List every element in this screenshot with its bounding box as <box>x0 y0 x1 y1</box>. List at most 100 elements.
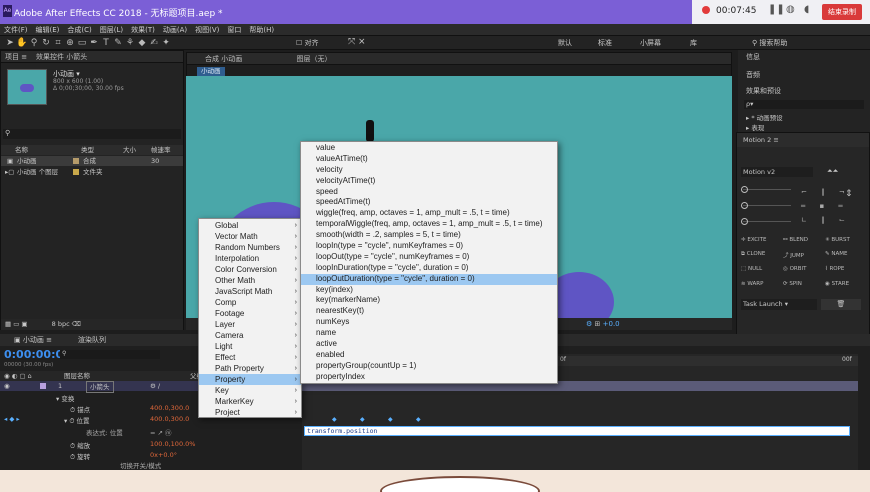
timeline-comp-tab[interactable]: ▣ 小动画 ≡ <box>14 334 52 346</box>
menu-item[interactable]: Footage › <box>199 308 301 319</box>
expression-item[interactable]: loopOut(type = "cycle", numKeyframes = 0… <box>301 252 557 263</box>
null-button[interactable]: ⬚ NULL <box>741 266 762 272</box>
menu-item[interactable]: Other Math › <box>199 275 301 286</box>
menu-window[interactable]: 窗口 <box>223 24 245 36</box>
effects-search-input[interactable]: ρ▾ <box>744 100 864 109</box>
keyframe-nav-icon[interactable]: ◂ ◆ ▸ <box>4 415 20 423</box>
mic-icon[interactable]: ◍ <box>786 4 795 15</box>
stop-record-button[interactable]: 结束录制 <box>822 4 862 20</box>
menu-item[interactable]: Key › <box>199 385 301 396</box>
expression-item[interactable]: loopOutDuration(type = "cycle", duration… <box>301 273 557 285</box>
position-prop[interactable]: ▾ ⏱ 位置 <box>64 415 89 426</box>
timeline-search[interactable]: ⚲ <box>60 350 160 359</box>
render-queue-tab[interactable]: 渲染队列 <box>78 334 106 346</box>
anchor-grid[interactable]: ⌐ ‖ ¬ ═ ▪ ═ ∟ ‖ ⌙ <box>801 185 851 227</box>
menu-animation[interactable]: 动画(A) <box>159 24 191 36</box>
menu-item[interactable]: Comp › <box>199 297 301 308</box>
menu-item[interactable]: Color Conversion › <box>199 264 301 275</box>
expression-editor[interactable]: transform.position <box>304 426 850 436</box>
rotate-tool-icon[interactable]: ↻ <box>40 37 52 49</box>
workspace-small[interactable]: 小屏幕 <box>640 38 661 48</box>
rotation-value[interactable]: 0x+0.0° <box>150 451 177 459</box>
warp-button[interactable]: ≋ WARP <box>741 281 763 287</box>
presets-subitem[interactable]: ▸ 表现 <box>746 122 764 132</box>
menu-view[interactable]: 视图(V) <box>191 24 223 36</box>
expression-item[interactable]: valueAtTime(t) <box>301 154 557 165</box>
roto-brush-tool-icon[interactable]: ✍ <box>148 37 160 49</box>
expression-item[interactable]: name <box>301 328 557 339</box>
slider-2-handle[interactable] <box>741 202 748 209</box>
expression-item[interactable]: key(markerName) <box>301 295 557 306</box>
expression-item[interactable]: enabled <box>301 350 557 361</box>
col-type[interactable]: 类型 <box>81 145 94 155</box>
bpc-label[interactable]: 8 bpc <box>52 320 70 328</box>
expression-item[interactable]: temporalWiggle(freq, amp, octaves = 1, a… <box>301 219 557 230</box>
spin-button[interactable]: ⟳ SPIN <box>783 281 802 287</box>
menu-item[interactable]: Camera › <box>199 330 301 341</box>
burst-button[interactable]: ✳ BURST <box>825 237 850 243</box>
rectangle-tool-icon[interactable]: ▭ <box>76 37 88 49</box>
comp-breadcrumb[interactable]: 小动画 <box>197 67 225 76</box>
keyframe-icon[interactable]: ◆ <box>388 416 393 423</box>
excite-button[interactable]: ✛ EXCITE <box>741 237 767 243</box>
anchor-prop[interactable]: ⏱ 锚点 <box>70 404 90 415</box>
motion-graph-icon[interactable]: ⏶⏶ <box>827 167 838 176</box>
menu-item[interactable]: Global › <box>199 220 301 231</box>
type-tool-icon[interactable]: T <box>100 37 112 49</box>
menu-item[interactable]: Random Numbers › <box>199 242 301 253</box>
col-fps[interactable]: 帧速率 <box>151 145 171 155</box>
project-row[interactable]: ▸▢ 小动画 个图层 文件夹 <box>1 167 183 177</box>
workspace-standard[interactable]: 标准 <box>598 38 612 48</box>
expression-item[interactable]: propertyIndex <box>301 372 557 383</box>
menu-item[interactable]: JavaScript Math › <box>199 286 301 297</box>
pause-icon[interactable]: ❚❚ <box>768 4 785 15</box>
snap-options-icon[interactable]: ⤧ ⨯ <box>348 37 366 47</box>
menu-edit[interactable]: 编辑(E) <box>32 24 64 36</box>
info-panel-tab[interactable]: 信息 <box>746 52 760 62</box>
menu-item[interactable]: MarkerKey › <box>199 396 301 407</box>
expression-item[interactable]: nearestKey(t) <box>301 306 557 317</box>
slider-3-handle[interactable] <box>741 218 748 225</box>
menu-file[interactable]: 文件(F) <box>0 24 32 36</box>
anchor-arrows-icon[interactable]: ⇕ <box>845 189 853 199</box>
snap-checkbox[interactable]: ☐ 对齐 <box>296 38 319 48</box>
project-row[interactable]: ▣ 小动画 合成 30 <box>1 156 183 166</box>
menu-item[interactable]: Path Property › <box>199 363 301 374</box>
workspace-default[interactable]: 默认 <box>558 38 572 48</box>
expression-item[interactable]: velocityAtTime(t) <box>301 176 557 187</box>
camera-tool-icon[interactable]: ⌗ <box>52 37 64 49</box>
keyframe-icon[interactable]: ◆ <box>416 416 421 423</box>
expression-controls-icon[interactable]: = ↗ ⓜ <box>150 427 172 437</box>
menu-layer[interactable]: 图层(L) <box>96 24 127 36</box>
help-search[interactable]: ⚲ 搜索帮助 <box>752 38 787 48</box>
project-search[interactable]: ⚲ <box>3 129 181 139</box>
anchor-value[interactable]: 400.0,300.0 <box>150 404 189 412</box>
hand-tool-icon[interactable]: ✋ <box>16 37 28 49</box>
rotation-prop[interactable]: ⏱ 旋转 <box>70 451 90 462</box>
position-value[interactable]: 400.0,300.0 <box>150 415 189 423</box>
comp-tab[interactable]: 合成 小动画 <box>205 55 242 63</box>
expression-item[interactable]: loopInDuration(type = "cycle", duration … <box>301 263 557 274</box>
expression-item[interactable]: propertyGroup(countUp = 1) <box>301 361 557 372</box>
slider-3[interactable] <box>743 221 791 222</box>
menu-item[interactable]: Vector Math › <box>199 231 301 242</box>
workspace-library[interactable]: 库 <box>690 38 697 48</box>
pen-tool-icon[interactable]: ✒ <box>88 37 100 49</box>
effects-presets-tab[interactable]: 效果和预设 <box>746 86 781 96</box>
toggle-switches-modes[interactable]: 切换开关/模式 <box>120 460 161 470</box>
expression-item[interactable]: velocity <box>301 165 557 176</box>
orbit-button[interactable]: ◎ ORBIT <box>783 266 806 272</box>
menu-composition[interactable]: 合成(C) <box>63 24 95 36</box>
col-layer-name[interactable]: 图层名称 <box>64 371 90 381</box>
scale-prop[interactable]: ⏱ 缩放 <box>70 440 90 451</box>
expression-item[interactable]: wiggle(freq, amp, octaves = 1, amp_mult … <box>301 208 557 219</box>
rope-button[interactable]: ⌇ ROPE <box>825 266 844 272</box>
eraser-tool-icon[interactable]: ◆ <box>136 37 148 49</box>
project-tab[interactable]: 项目 <box>5 53 19 61</box>
menu-effect[interactable]: 效果(T) <box>127 24 159 36</box>
visibility-icon[interactable]: ◉ <box>4 381 10 391</box>
layer-name[interactable]: 小箭头 <box>86 381 114 393</box>
expression-item[interactable]: active <box>301 339 557 350</box>
audio-panel-tab[interactable]: 音频 <box>746 70 760 80</box>
effect-controls-tab[interactable]: 效果控件 小箭头 <box>36 53 87 61</box>
